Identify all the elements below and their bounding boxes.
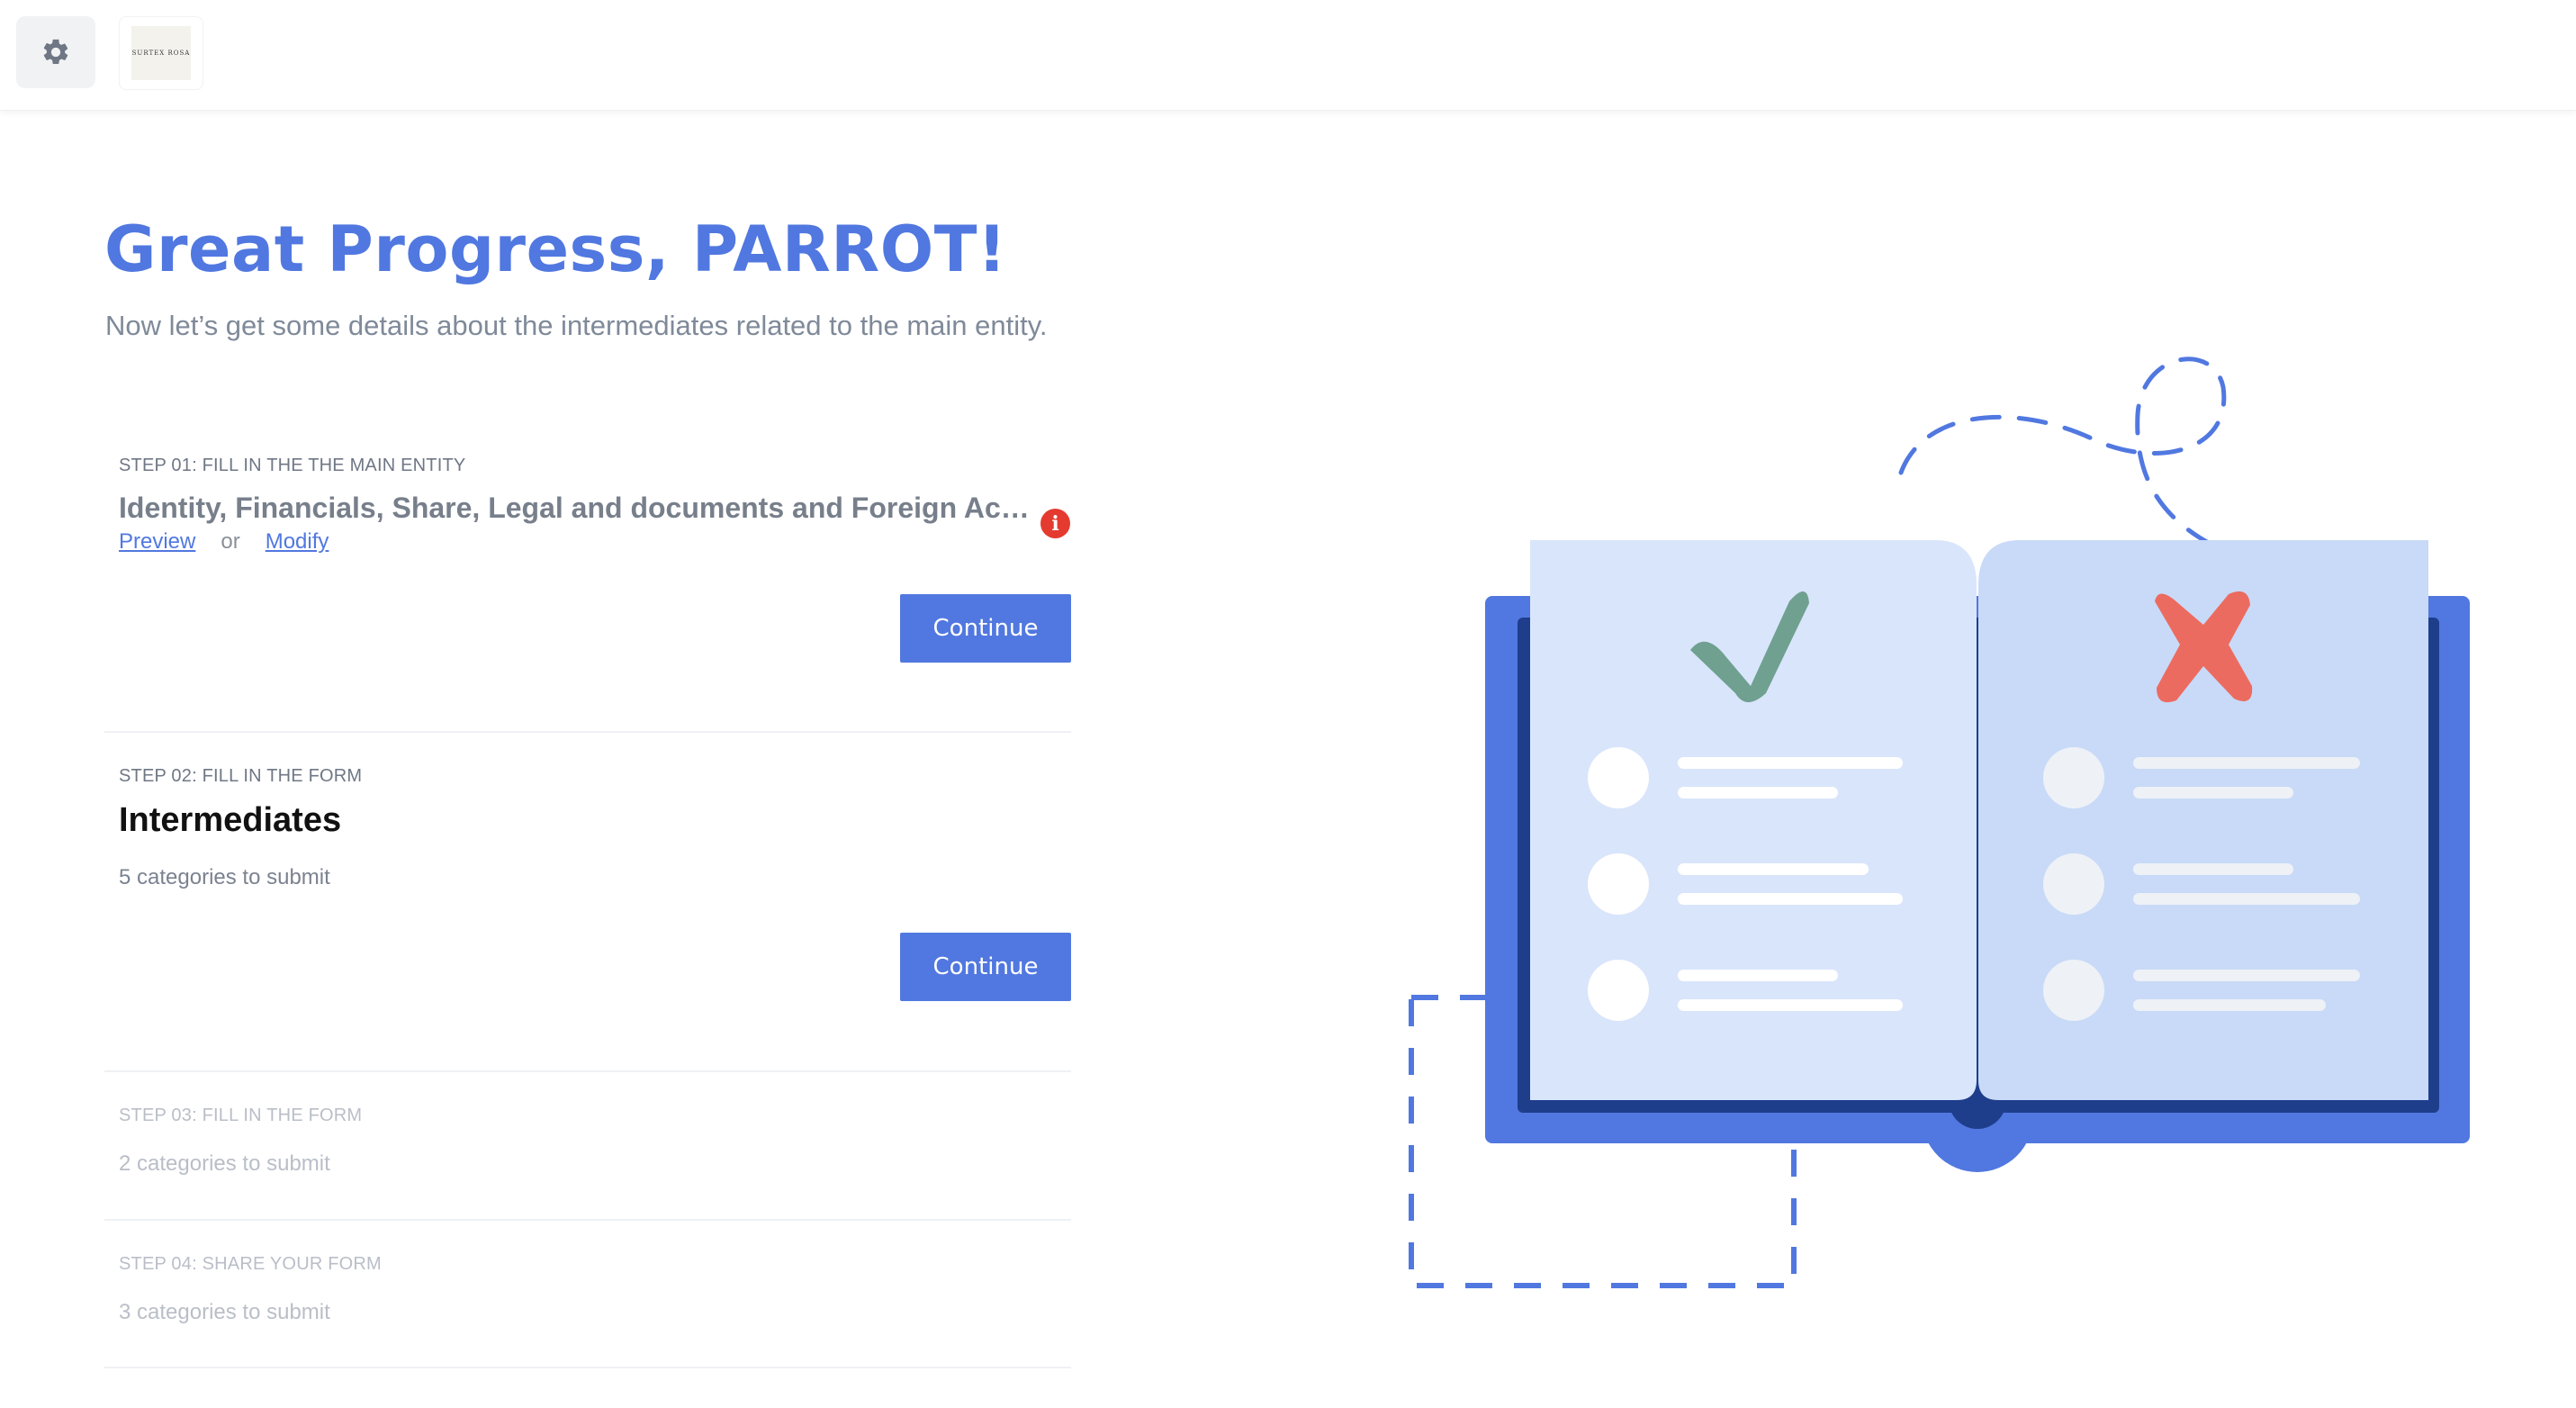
preview-link[interactable]: Preview [119,529,195,554]
top-bar: SURTEX ROSA [0,0,2576,111]
settings-button[interactable] [16,16,95,88]
company-logo[interactable]: SURTEX ROSA [119,16,203,90]
step-divider [104,1070,1071,1072]
step-1-links: Preview or Modify [119,529,329,555]
step-2-description: 5 categories to submit [119,865,330,889]
logo-text: SURTEX ROSA [131,50,191,57]
right-page [1978,540,2428,1100]
step-divider [104,1367,1071,1368]
page-title: Great Progress, PARROT! [104,212,1007,286]
step-2-label: STEP 02: FILL IN THE FORM [119,766,363,786]
step-1-description: Identity, Financials, Share, Legal and d… [119,492,1037,524]
step-2-title: Intermediates [119,801,342,839]
step-divider [104,731,1071,733]
step-1-label: STEP 01: FILL IN THE THE MAIN ENTITY [119,456,466,475]
page-subtitle: Now let’s get some details about the int… [105,310,1048,341]
left-page [1530,540,1977,1100]
logo-image: SURTEX ROSA [131,26,191,80]
or-text: or [221,529,240,554]
step-4-label: STEP 04: SHARE YOUR FORM [119,1254,382,1274]
info-icon[interactable]: i [1040,509,1070,538]
modify-link[interactable]: Modify [266,529,329,554]
step-1-continue-button[interactable]: Continue [900,594,1071,663]
step-3-label: STEP 03: FILL IN THE FORM [119,1106,363,1125]
book-illustration [1409,357,2470,1288]
gear-icon [43,39,68,65]
step-2-continue-button[interactable]: Continue [900,933,1071,1001]
step-4-description: 3 categories to submit [119,1300,330,1324]
step-divider [104,1219,1071,1221]
step-3-description: 2 categories to submit [119,1151,330,1176]
